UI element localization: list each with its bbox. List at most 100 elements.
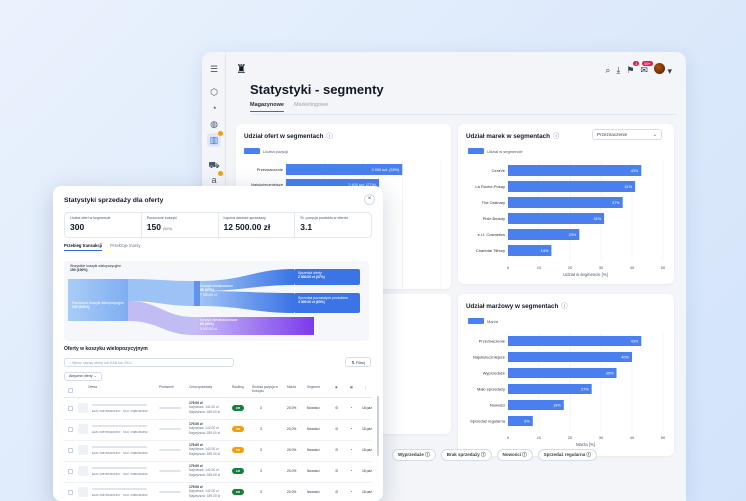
product-thumbnail <box>78 487 88 497</box>
x-tick-label: 0 <box>507 435 510 440</box>
col-oferta[interactable]: Oferta <box>88 385 97 390</box>
col-pozycja[interactable]: Średnia pozycja w Koszyku <box>252 385 280 394</box>
cube-icon[interactable]: ⬡ <box>207 85 221 99</box>
modal-tabs: Przebieg transakcji Przekroje marży <box>64 243 140 251</box>
value-label: 40% <box>621 356 629 360</box>
segment-value: Nowości <box>307 427 320 431</box>
price-cell: 179.00 zł Najniższa: 142.00 zł Najwyższa: … <box>189 401 220 414</box>
value-label: 18% <box>553 404 561 408</box>
stat-label: Śr. pozycja produktu w ofercie <box>300 216 349 220</box>
row-date: 18 paź <box>362 469 372 473</box>
table-row[interactable]: EAN: 0987654321567 · SKU: KSB6454452 179.… <box>64 420 372 441</box>
offer-ean: EAN: 0987654321567 · SKU: KSB6454452 <box>92 430 148 434</box>
eye-icon[interactable]: ⊘ <box>335 447 338 452</box>
filter-button[interactable]: ⇅ Filtruj <box>345 357 371 367</box>
offer-ean: EAN: 0987654321567 · SKU: KSB6454452 <box>92 451 148 455</box>
eye-icon[interactable]: ⊘ <box>335 468 338 473</box>
topbar-icons: ⌕ ⤓ ⚑ 1 ✉ 99+ ▾ <box>605 60 672 77</box>
col-more-icon[interactable]: ⋮ <box>364 385 367 390</box>
category-label: Przeznaczenie <box>479 339 506 344</box>
tab-margin-breakdown[interactable]: Przekroje marży <box>110 243 140 251</box>
x-tick-label: 0 <box>507 265 510 270</box>
eye-icon[interactable]: ⊘ <box>335 489 338 494</box>
select-all-checkbox[interactable] <box>68 388 73 393</box>
marketplace-icon[interactable]: a <box>207 171 223 187</box>
stat-label: Porzucone koszyki <box>146 216 177 220</box>
offers-dropdown[interactable]: Aktywne oferty ⌄ <box>64 372 102 381</box>
table-scrollbar[interactable] <box>377 396 379 456</box>
value-label: 31% <box>593 217 601 221</box>
offers-section-title: Oferty w koszyku wielopozycyjnym <box>64 346 148 352</box>
eye-icon[interactable]: ⊘ <box>335 426 338 431</box>
row-checkbox[interactable] <box>68 427 73 432</box>
search-icon[interactable]: ⌕ <box>605 65 610 76</box>
table-row[interactable]: EAN: 0987654321567 · SKU: KSB6454452 179.… <box>64 441 372 462</box>
globe-icon[interactable]: ◍ <box>207 117 221 131</box>
card-margin-share: Udział marżowy w segmentach ⓘ Marża 0 10 20… <box>458 294 674 456</box>
row-checkbox[interactable] <box>68 490 73 495</box>
category-label: CeraVe <box>492 168 506 173</box>
bar <box>508 213 605 224</box>
bar <box>508 336 642 346</box>
bar <box>508 197 623 208</box>
x-axis-label: Marża [%] <box>576 442 595 447</box>
chart-icon[interactable]: ◔ <box>350 426 352 431</box>
logo-icon[interactable]: ♜ <box>236 62 247 76</box>
col-marza[interactable]: Marża <box>287 385 296 390</box>
chart-icon[interactable]: ◔ <box>350 405 352 410</box>
col-ranking[interactable]: Ranking <box>232 385 244 390</box>
avg-position: 3 <box>260 406 262 410</box>
row-checkbox[interactable] <box>68 406 73 411</box>
avg-position: 3 <box>260 448 262 452</box>
tag-sprzedaz-regularna[interactable]: Sprzedaż regularna ⓘ <box>537 449 598 461</box>
margin-value: 20.0% <box>287 406 297 410</box>
table-row[interactable]: EAN: 0987654321567 · SKU: KSB6454452 179.… <box>64 462 372 483</box>
tab-magazynowe[interactable]: Magazynowe <box>250 102 284 112</box>
bar <box>508 384 592 394</box>
eye-icon[interactable]: ⊘ <box>335 405 338 410</box>
alert-icon[interactable]: ⚑ 1 <box>626 60 640 76</box>
stat-value: 12 500.00 zł <box>223 222 271 232</box>
ranking-badge: 4/8 <box>232 426 244 432</box>
col-producent[interactable]: Producent <box>159 385 174 390</box>
sankey-label-mid-bottom: Koszyki niesfinalizowane 65 (43%) 5 000.00… <box>200 318 238 331</box>
table-row[interactable]: EAN: 0987654321567 · SKU: KSB6454452 179.… <box>64 483 372 501</box>
notifications-icon[interactable]: ✉ 99+ <box>640 60 653 76</box>
row-checkbox[interactable] <box>68 448 73 453</box>
stat-value: 150 (50%) <box>146 222 173 232</box>
table-row[interactable]: EAN: 0987654321567 · SKU: KSB6454452 179.… <box>64 399 372 420</box>
tag-nowosci[interactable]: Nowości ⓘ <box>496 449 533 461</box>
col-eye-icon[interactable]: ◉ <box>335 385 338 390</box>
x-tick-label: 50 <box>661 435 666 440</box>
sankey-source-node <box>68 279 128 321</box>
alert-badge: 1 <box>633 60 640 66</box>
value-label: 41% <box>624 185 632 189</box>
cart-icon[interactable]: ⛟ <box>207 158 221 172</box>
avatar[interactable]: ▾ <box>653 63 672 77</box>
offer-name-placeholder <box>92 467 147 469</box>
menu-icon[interactable]: ☰ <box>207 62 221 76</box>
stat-sales-value: Łączna wartość sprzedaży 12 500.00 zł <box>219 213 296 237</box>
offer-ean: EAN: 0987654321567 · SKU: KSB6454452 <box>92 409 148 413</box>
tag-brak-sprzedazy[interactable]: Brak sprzedaży ⓘ <box>440 449 492 461</box>
col-segment[interactable]: Segment <box>307 385 320 390</box>
chart-icon[interactable]: ◔ <box>350 489 352 494</box>
sankey-label-end-bottom: Sprzedaż pozostałych produktów 4 800.00 z… <box>298 296 348 305</box>
close-button[interactable]: × <box>364 194 375 205</box>
product-thumbnail <box>78 466 88 476</box>
gauge-icon[interactable]: ◔ <box>207 101 221 115</box>
search-input[interactable]: ⌕ Wpisz nazwę oferty lub EAN lub SKU <box>64 358 234 367</box>
tab-marketingowe[interactable]: Marketingowe <box>294 102 328 112</box>
avg-position: 3 <box>260 490 262 494</box>
download-icon[interactable]: ⤓ <box>616 65 620 76</box>
producer-placeholder <box>159 407 181 409</box>
col-calendar-icon[interactable]: ▦ <box>350 385 353 390</box>
chart-icon[interactable]: ◔ <box>350 468 352 473</box>
row-checkbox[interactable] <box>68 469 73 474</box>
col-cena[interactable]: Cena sprzedaży <box>189 385 212 390</box>
tag-wyprzedaze[interactable]: Wyprzedaże ⓘ <box>392 449 436 461</box>
bar <box>508 181 636 192</box>
tab-transaction-flow[interactable]: Przebieg transakcji <box>64 243 103 251</box>
stats-icon[interactable]: ▥ <box>207 131 223 147</box>
chart-icon[interactable]: ◔ <box>350 447 352 452</box>
